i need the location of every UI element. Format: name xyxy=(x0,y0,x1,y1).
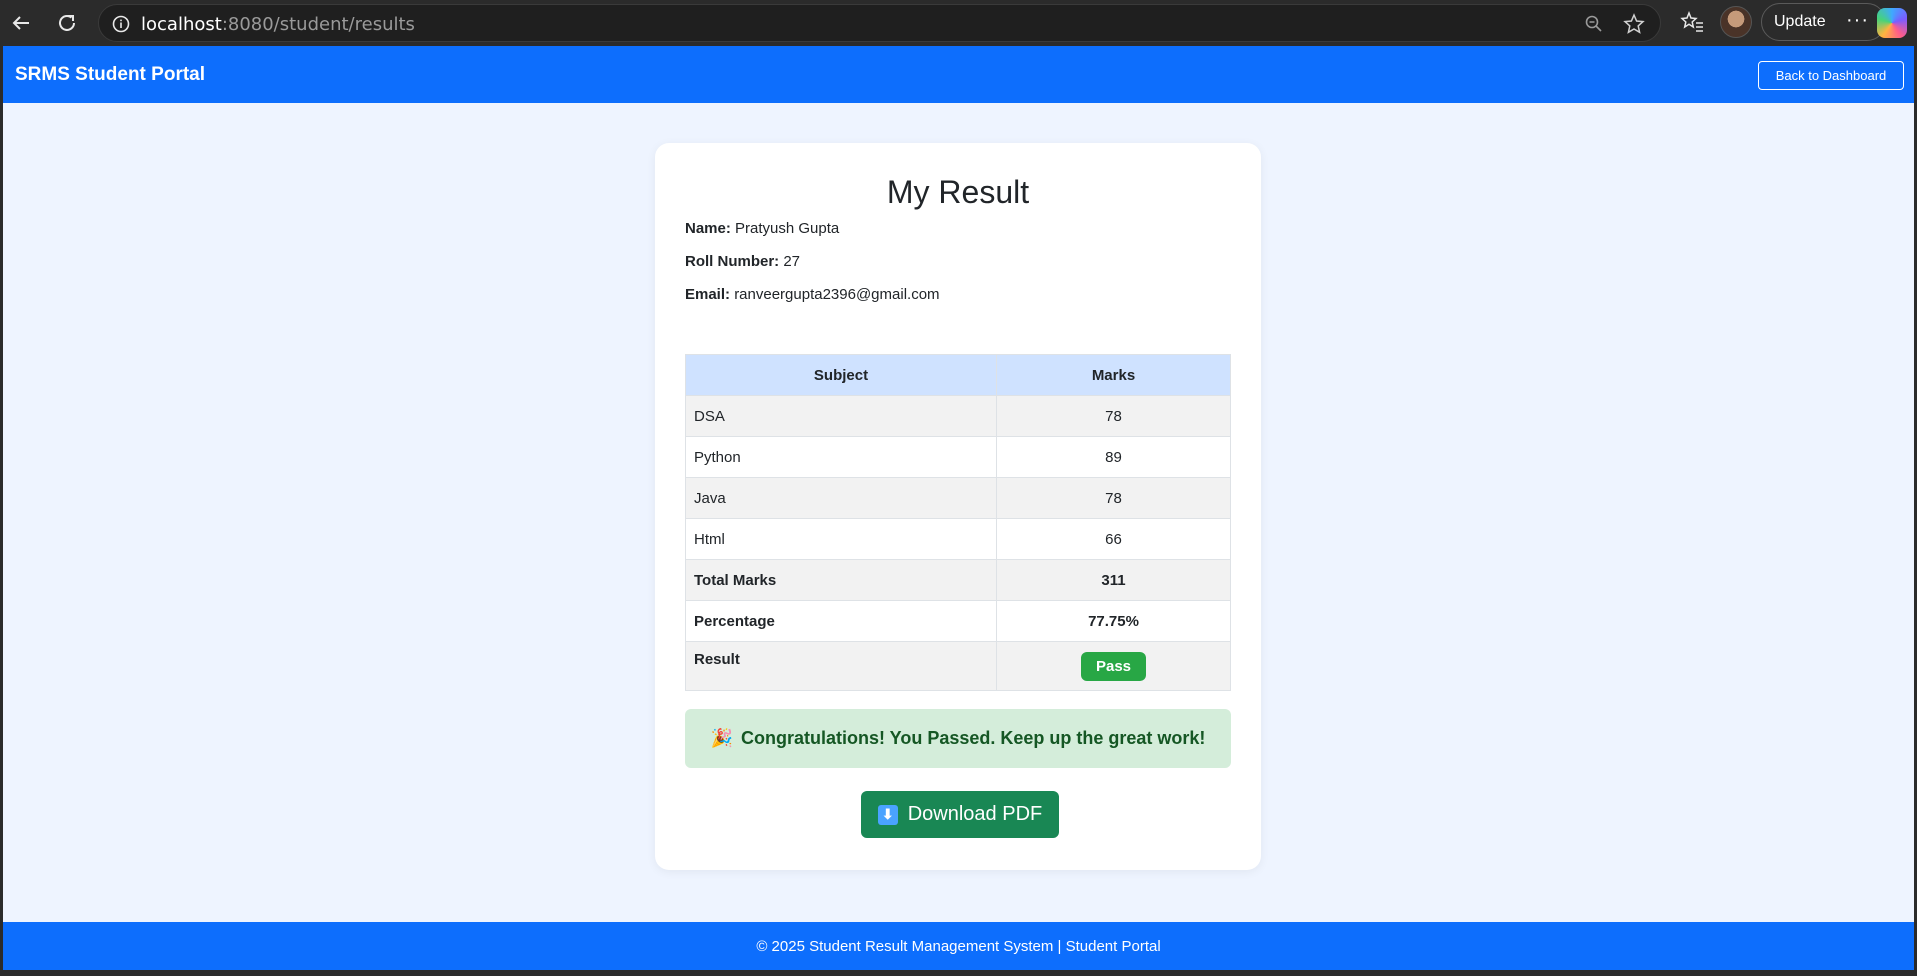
total-marks-value: 311 xyxy=(996,559,1231,601)
bookmark-star-icon[interactable] xyxy=(1622,12,1646,36)
student-roll-number: Roll Number: 27 xyxy=(685,253,800,270)
table-header-row: Subject Marks xyxy=(685,354,1231,396)
marks-cell: 78 xyxy=(996,477,1231,519)
profile-avatar[interactable] xyxy=(1720,6,1752,38)
update-button[interactable]: Update ··· xyxy=(1761,3,1886,41)
percentage-label: Percentage xyxy=(685,600,997,642)
footer: © 2025 Student Result Management System … xyxy=(3,922,1914,970)
table-row: Html 66 xyxy=(685,518,1231,560)
student-name: Name: Pratyush Gupta xyxy=(685,220,839,237)
result-row: Result Pass xyxy=(685,641,1231,691)
marks-column-header: Marks xyxy=(996,354,1231,396)
roll-label: Roll Number: xyxy=(685,253,780,270)
subject-cell: Java xyxy=(685,477,997,519)
more-options-icon[interactable]: ··· xyxy=(1846,9,1869,32)
party-popper-icon: 🎉 xyxy=(710,728,733,748)
address-bar[interactable]: localhost:8080/student/results xyxy=(98,4,1661,42)
table-row: Java 78 xyxy=(685,477,1231,519)
marks-cell: 78 xyxy=(996,395,1231,437)
email-label: Email: xyxy=(685,286,731,303)
subject-cell: Python xyxy=(685,436,997,478)
result-label: Result xyxy=(685,641,997,691)
name-label: Name: xyxy=(685,220,731,237)
percentage-value: 77.75% xyxy=(996,600,1231,642)
result-card: My Result Name: Pratyush Gupta Roll Numb… xyxy=(655,143,1261,870)
total-marks-label: Total Marks xyxy=(685,559,997,601)
favorites-icon[interactable] xyxy=(1678,8,1708,38)
marks-cell: 89 xyxy=(996,436,1231,478)
student-email: Email: ranveergupta2396@gmail.com xyxy=(685,286,940,303)
copilot-icon[interactable] xyxy=(1877,8,1907,38)
subject-cell: DSA xyxy=(685,395,997,437)
browser-toolbar: localhost:8080/student/results Update ··… xyxy=(0,0,1917,46)
marks-table: Subject Marks DSA 78 Python 89 Java 78 H… xyxy=(685,354,1231,691)
marks-cell: 66 xyxy=(996,518,1231,560)
percentage-row: Percentage 77.75% xyxy=(685,600,1231,642)
url-host: localhost xyxy=(141,14,222,35)
page-title: My Result xyxy=(886,174,1030,210)
total-marks-row: Total Marks 311 xyxy=(685,559,1231,601)
url-text: localhost:8080/student/results xyxy=(141,14,415,35)
download-pdf-button[interactable]: ⬇ Download PDF xyxy=(861,791,1059,838)
url-path: :8080/student/results xyxy=(221,14,415,35)
page-viewport: SRMS Student Portal Back to Dashboard My… xyxy=(3,46,1914,970)
table-row: DSA 78 xyxy=(685,395,1231,437)
back-to-dashboard-button[interactable]: Back to Dashboard xyxy=(1758,61,1904,90)
footer-text: © 2025 Student Result Management System … xyxy=(756,937,1161,955)
table-row: Python 89 xyxy=(685,436,1231,478)
download-arrow-icon: ⬇ xyxy=(877,804,898,825)
name-value: Pratyush Gupta xyxy=(735,220,840,237)
subject-column-header: Subject xyxy=(685,354,997,396)
subject-cell: Html xyxy=(685,518,997,560)
result-cell: Pass xyxy=(996,641,1231,691)
congratulations-text: Congratulations! You Passed. Keep up the… xyxy=(741,728,1206,748)
pass-status-badge: Pass xyxy=(1080,651,1147,681)
site-info-icon[interactable] xyxy=(111,14,131,34)
email-value: ranveergupta2396@gmail.com xyxy=(734,286,940,303)
roll-value: 27 xyxy=(783,253,801,270)
reload-icon[interactable] xyxy=(52,8,82,38)
brand-title[interactable]: SRMS Student Portal xyxy=(15,64,205,86)
navbar: SRMS Student Portal Back to Dashboard xyxy=(3,46,1914,103)
zoom-icon[interactable] xyxy=(1584,14,1604,34)
update-label: Update xyxy=(1774,13,1826,30)
download-pdf-label: Download PDF xyxy=(907,803,1043,825)
back-arrow-icon[interactable] xyxy=(6,8,36,38)
congratulations-alert: 🎉 Congratulations! You Passed. Keep up t… xyxy=(685,709,1231,768)
